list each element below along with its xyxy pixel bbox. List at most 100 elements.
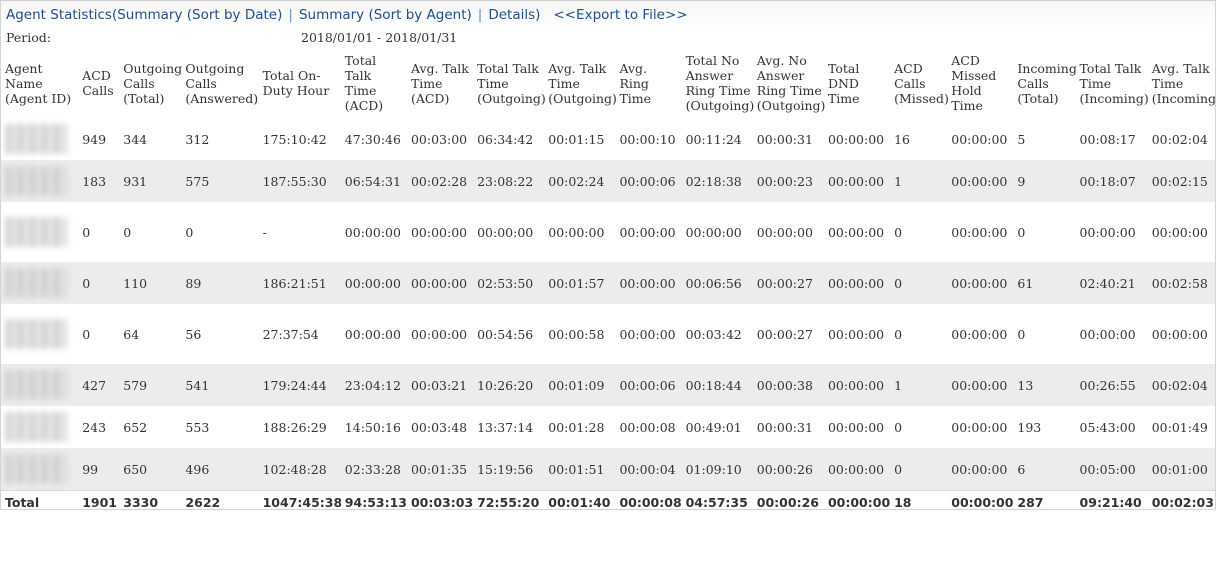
- details-link[interactable]: Details): [488, 7, 540, 23]
- table-cell: 00:01:57: [544, 262, 616, 304]
- table-cell: 00:00:27: [752, 262, 824, 304]
- table-cell: 00:00:04: [615, 448, 682, 491]
- table-cell: 00:18:44: [681, 364, 753, 406]
- table-cell: 00:00:06: [615, 160, 682, 202]
- table-cell: 175:10:42: [262, 131, 327, 147]
- column-header: Avg. No Answer Ring Time (Outgoing): [756, 53, 826, 113]
- summary-by-agent-link[interactable]: Summary (Sort by Agent): [299, 7, 472, 23]
- column-header: Total Talk Time (Outgoing): [477, 60, 546, 106]
- table-cell: 0: [1017, 326, 1026, 342]
- total-cell: 00:00:00: [947, 490, 1014, 509]
- column-header: Total On-Duty Hour: [262, 68, 330, 98]
- table-cell: 00:00:00: [1151, 224, 1208, 240]
- table-cell: 00:00:00: [951, 419, 1008, 435]
- table-cell: 00:01:35: [406, 448, 474, 491]
- table-cell: 06:54:31: [340, 160, 407, 202]
- table-cell: 0: [894, 326, 903, 342]
- column-header: Avg. Talk Time (Incoming): [1151, 60, 1216, 106]
- table-cell: 427: [78, 364, 120, 406]
- table-cell: 27:37:54: [262, 326, 319, 342]
- table-cell: 344: [123, 131, 148, 147]
- table-cell: 00:00:00: [823, 364, 891, 406]
- table-cell: 9: [1013, 160, 1076, 202]
- table-cell: 0: [1017, 224, 1026, 240]
- table-cell: 00:00:00: [344, 326, 401, 342]
- nav-current-view: Agent Statistics(Summary (Sort by Date): [6, 7, 283, 23]
- table-cell: 00:02:28: [406, 160, 474, 202]
- table-cell: 5: [1017, 131, 1026, 147]
- table-cell: 00:00:00: [947, 364, 1014, 406]
- table-cell: 00:00:00: [685, 224, 742, 240]
- table-cell: 00:00:27: [756, 326, 813, 342]
- table-cell: 00:00:38: [752, 364, 824, 406]
- period-label: Period:: [6, 30, 51, 45]
- table-cell: 00:26:55: [1075, 364, 1148, 406]
- column-header: ACD Calls (Missed): [894, 60, 949, 106]
- table-cell: 02:53:50: [473, 262, 545, 304]
- table-cell: 00:00:00: [619, 326, 676, 342]
- column-header: Total No Answer Ring Time (Outgoing): [685, 53, 755, 113]
- table-row: 243 652 553 188:26:29 14:50:16 00:03:48 13:37:…: [1, 406, 1215, 448]
- table-cell: 183: [78, 160, 120, 202]
- period-row: Period: 2018/01/01 - 2018/01/31: [1, 29, 1215, 48]
- export-to-file-link[interactable]: <<Export to File>>: [553, 7, 687, 23]
- table-cell: 6: [1013, 448, 1076, 491]
- table-cell: 0: [123, 224, 132, 240]
- total-cell: 18: [890, 490, 948, 509]
- table-cell: 61: [1013, 262, 1076, 304]
- table-cell: 00:00:00: [410, 224, 468, 240]
- table-row: 99 650 496 102:48:28 02:33:28 00:01:35 15:19:5…: [1, 448, 1215, 491]
- table-cell: 652: [123, 419, 148, 435]
- redacted-agent-name: [5, 454, 67, 484]
- table-cell: 00:01:28: [548, 419, 605, 435]
- table-cell: 14:50:16: [344, 419, 401, 435]
- agent-name-cell: [1, 304, 78, 364]
- total-cell: 00:03:03: [406, 490, 474, 509]
- table-cell: 00:00:08: [619, 419, 676, 435]
- total-cell: 00:02:03: [1147, 490, 1215, 509]
- table-cell: 188:26:29: [262, 419, 327, 435]
- agent-name-cell: [1, 202, 78, 262]
- table-cell: 13: [1013, 364, 1076, 406]
- table-cell: -: [262, 224, 267, 240]
- table-cell: 00:01:09: [544, 364, 616, 406]
- table-cell: 00:00:00: [823, 262, 891, 304]
- table-cell: 00:01:51: [544, 448, 616, 491]
- column-header: Outgoing Calls (Total): [123, 60, 183, 106]
- table-cell: 01:09:10: [681, 448, 753, 491]
- agent-name-cell: [1, 118, 78, 160]
- column-header: Total Talk Time (Incoming): [1079, 60, 1149, 106]
- table-cell: 0: [82, 326, 91, 342]
- total-row: Total 1901 3330 2622 1047:45:38 94:53:13 00:03…: [1, 490, 1215, 509]
- table-cell: 00:18:07: [1075, 160, 1148, 202]
- table-cell: 06:34:42: [477, 131, 534, 147]
- table-cell: 00:00:00: [619, 224, 676, 240]
- table-cell: 00:49:01: [685, 419, 742, 435]
- agent-stats-table: Agent Name (Agent ID) ACD Calls Outgoing C…: [1, 48, 1216, 509]
- column-header: Avg. Ring Time: [619, 60, 652, 106]
- table-cell: 00:00:00: [951, 224, 1008, 240]
- table-cell: 02:18:38: [681, 160, 753, 202]
- table-cell: 00:00:00: [823, 160, 891, 202]
- total-cell: 94:53:13: [340, 490, 407, 509]
- table-cell: 00:00:00: [951, 131, 1008, 147]
- table-cell: 179:24:44: [258, 364, 341, 406]
- table-cell: 312: [185, 131, 210, 147]
- table-cell: 931: [119, 160, 182, 202]
- table-cell: 00:00:23: [752, 160, 824, 202]
- column-header: Agent Name (Agent ID): [5, 60, 72, 106]
- table-cell: 00:00:00: [827, 131, 885, 147]
- table-cell: 10:26:20: [473, 364, 545, 406]
- table-cell: 05:43:00: [1079, 419, 1136, 435]
- table-cell: 186:21:51: [258, 262, 341, 304]
- table-cell: 00:00:00: [947, 160, 1014, 202]
- table-cell: 23:08:22: [473, 160, 545, 202]
- table-cell: 00:03:48: [410, 419, 468, 435]
- total-cell: 00:00:00: [823, 490, 891, 509]
- column-header: ACD Missed Hold Time: [951, 53, 997, 113]
- period-value: 2018/01/01 - 2018/01/31: [301, 30, 458, 45]
- table-cell: 00:54:56: [477, 326, 534, 342]
- nav-separator: |: [288, 7, 293, 23]
- table-cell: 00:02:04: [1147, 364, 1215, 406]
- table-cell: 575: [181, 160, 259, 202]
